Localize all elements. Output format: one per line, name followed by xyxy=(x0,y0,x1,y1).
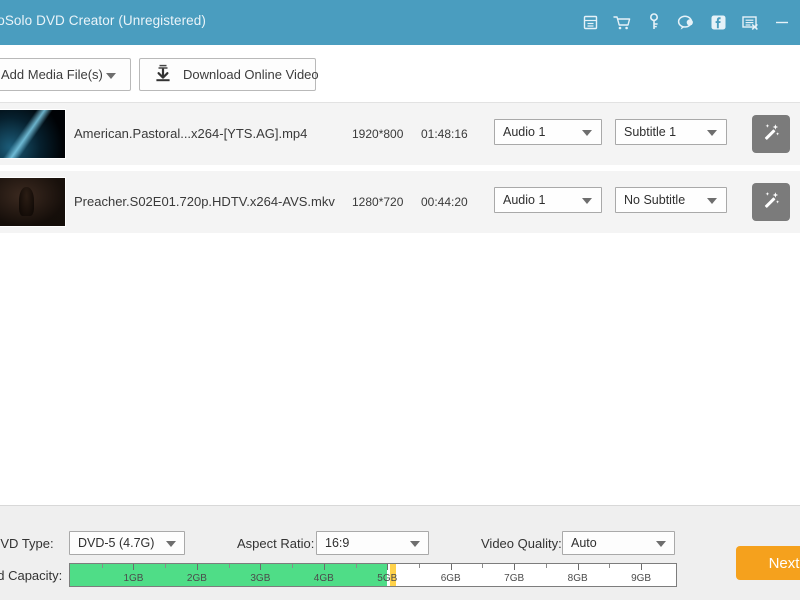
edit-video-button[interactable] xyxy=(752,115,790,153)
video-thumbnail xyxy=(0,109,66,159)
minimize-icon[interactable] xyxy=(772,12,792,32)
capacity-tick xyxy=(450,564,452,570)
capacity-tick-minor xyxy=(419,564,420,568)
aspect-ratio-label: Aspect Ratio: xyxy=(237,536,315,551)
aspect-ratio-select[interactable]: 16:9 xyxy=(316,531,429,555)
capacity-tick-minor xyxy=(292,564,294,568)
subtitle-track-value: Subtitle 1 xyxy=(624,125,677,139)
next-button[interactable]: Next xyxy=(736,546,800,580)
chevron-down-icon xyxy=(582,130,592,136)
chevron-down-icon xyxy=(106,73,116,79)
key-icon[interactable] xyxy=(644,12,664,32)
app-window: deoSolo DVD Creator (Unregistered) Add M… xyxy=(0,0,800,600)
title-bar-icon-group xyxy=(580,12,792,32)
file-name: Preacher.S02E01.720p.HDTV.x264-AVS.mkv xyxy=(74,194,335,209)
subtitle-track-select[interactable]: Subtitle 1 xyxy=(615,119,727,145)
file-resolution: 1280*720 xyxy=(352,195,404,209)
register-icon[interactable] xyxy=(580,12,600,32)
table-row[interactable]: Preacher.S02E01.720p.HDTV.x264-AVS.mkv 1… xyxy=(0,171,800,233)
next-button-label: Next xyxy=(768,554,800,572)
magic-wand-icon xyxy=(760,189,782,216)
toolbar: Add Media File(s) Download Online Video xyxy=(0,45,800,103)
notes-icon[interactable] xyxy=(740,12,760,32)
used-capacity-label: ed Capacity: xyxy=(0,568,63,583)
capacity-tick xyxy=(260,564,262,570)
file-resolution: 1920*800 xyxy=(352,127,404,141)
file-duration: 00:44:20 xyxy=(421,195,468,209)
capacity-tick-label: 1GB xyxy=(123,573,144,584)
chevron-down-icon xyxy=(410,541,420,547)
capacity-tick-label: 8GB xyxy=(567,573,588,584)
capacity-tick xyxy=(323,564,325,570)
dvd-type-label: DVD Type: xyxy=(0,536,54,551)
capacity-tick-minor xyxy=(228,564,230,568)
capacity-tick-label: 5GB xyxy=(377,573,398,584)
capacity-bar: 1GB 2GB 3GB 4GB 5GB 6GB 7GB 8GB 9GB xyxy=(69,563,677,587)
title-bar: deoSolo DVD Creator (Unregistered) xyxy=(0,0,800,45)
capacity-tick-label: 3GB xyxy=(250,573,271,584)
download-icon xyxy=(153,63,173,86)
video-thumbnail xyxy=(0,177,66,227)
capacity-tick-minor xyxy=(355,564,357,568)
capacity-tick xyxy=(577,564,579,570)
download-online-video-button[interactable]: Download Online Video xyxy=(139,58,319,91)
subtitle-track-select[interactable]: No Subtitle xyxy=(615,187,727,213)
capacity-tick-label: 7GB xyxy=(504,573,525,584)
aspect-ratio-value: 16:9 xyxy=(325,536,350,550)
video-quality-value: Auto xyxy=(571,536,597,550)
capacity-tick xyxy=(641,564,643,570)
feedback-icon[interactable] xyxy=(676,12,696,32)
facebook-icon[interactable] xyxy=(708,12,728,32)
chevron-down-icon xyxy=(166,541,176,547)
capacity-tick xyxy=(387,564,389,570)
capacity-tick xyxy=(196,564,198,570)
capacity-tick-minor xyxy=(545,564,547,568)
edit-video-button[interactable] xyxy=(752,183,790,221)
chevron-down-icon xyxy=(707,198,717,204)
subtitle-track-value: No Subtitle xyxy=(624,193,686,207)
capacity-tick-label: 6GB xyxy=(440,573,461,584)
video-quality-select[interactable]: Auto xyxy=(562,531,675,555)
video-quality-label: Video Quality: xyxy=(481,536,562,551)
file-duration: 01:48:16 xyxy=(421,127,468,141)
audio-track-value: Audio 1 xyxy=(503,125,546,139)
capacity-tick xyxy=(514,564,516,570)
capacity-tick-minor xyxy=(609,564,611,568)
capacity-tick xyxy=(133,564,135,570)
chevron-down-icon xyxy=(707,130,717,136)
dvd-type-select[interactable]: DVD-5 (4.7G) xyxy=(69,531,185,555)
dvd-type-value: DVD-5 (4.7G) xyxy=(78,536,155,550)
magic-wand-icon xyxy=(760,121,782,148)
capacity-tick-label: 4GB xyxy=(313,573,334,584)
capacity-tick-minor xyxy=(482,564,484,568)
capacity-tick-label: 2GB xyxy=(186,573,207,584)
window-title: deoSolo DVD Creator (Unregistered) xyxy=(0,13,206,28)
cart-icon[interactable] xyxy=(612,12,632,32)
capacity-tick-minor xyxy=(101,564,103,568)
table-row[interactable]: American.Pastoral...x264-[YTS.AG].mp4 19… xyxy=(0,103,800,165)
add-media-label: Add Media File(s) xyxy=(1,67,103,82)
media-file-list: American.Pastoral...x264-[YTS.AG].mp4 19… xyxy=(0,103,800,505)
audio-track-select[interactable]: Audio 1 xyxy=(494,187,602,213)
download-online-video-label: Download Online Video xyxy=(183,67,319,82)
audio-track-select[interactable]: Audio 1 xyxy=(494,119,602,145)
audio-track-value: Audio 1 xyxy=(503,193,546,207)
chevron-down-icon xyxy=(582,198,592,204)
chevron-down-icon xyxy=(656,541,666,547)
capacity-tick-label: 9GB xyxy=(631,573,652,584)
file-name: American.Pastoral...x264-[YTS.AG].mp4 xyxy=(74,126,308,141)
add-media-button[interactable]: Add Media File(s) xyxy=(0,58,131,91)
capacity-tick-minor xyxy=(165,564,167,568)
